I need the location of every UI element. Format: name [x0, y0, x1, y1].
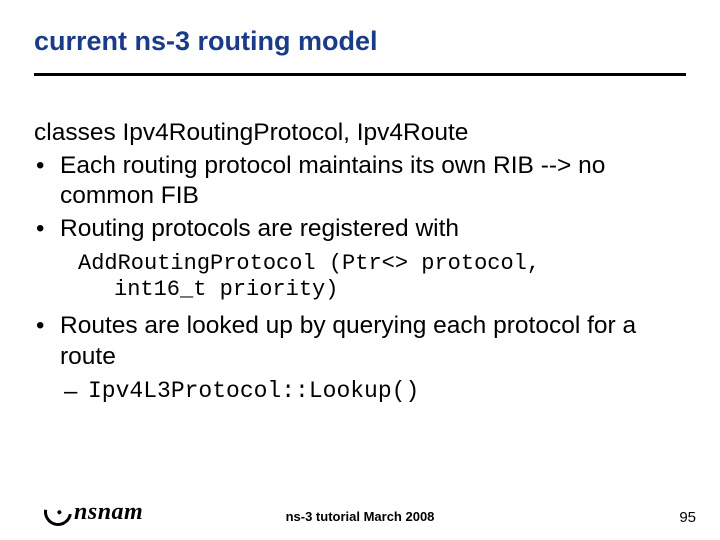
- code-line-1: AddRoutingProtocol (Ptr<> protocol,: [78, 251, 686, 277]
- slide: current ns-3 routing model classes Ipv4R…: [0, 0, 720, 540]
- page-number: 95: [679, 509, 696, 526]
- sub-item-code: Ipv4L3Protocol::Lookup(): [34, 377, 686, 406]
- code-block: AddRoutingProtocol (Ptr<> protocol, int1…: [34, 251, 686, 304]
- slide-content: classes Ipv4RoutingProtocol, Ipv4Route E…: [34, 76, 686, 405]
- bullet-item-2: Routing protocols are registered with: [34, 214, 686, 245]
- code-line-2: int16_t priority): [78, 277, 686, 303]
- logo-arc-icon: [39, 493, 78, 532]
- slide-footer: nsnam 95: [0, 498, 720, 526]
- bullet-list: Each routing protocol maintains its own …: [34, 151, 686, 245]
- bullet-item-1: Each routing protocol maintains its own …: [34, 151, 686, 212]
- bullet-item-3: Routes are looked up by querying each pr…: [34, 311, 686, 372]
- slide-title: current ns-3 routing model: [34, 26, 686, 69]
- classes-line: classes Ipv4RoutingProtocol, Ipv4Route: [34, 118, 686, 149]
- nsnam-logo: nsnam: [44, 498, 143, 526]
- logo-text: nsnam: [74, 499, 143, 526]
- bullet-list-2: Routes are looked up by querying each pr…: [34, 311, 686, 372]
